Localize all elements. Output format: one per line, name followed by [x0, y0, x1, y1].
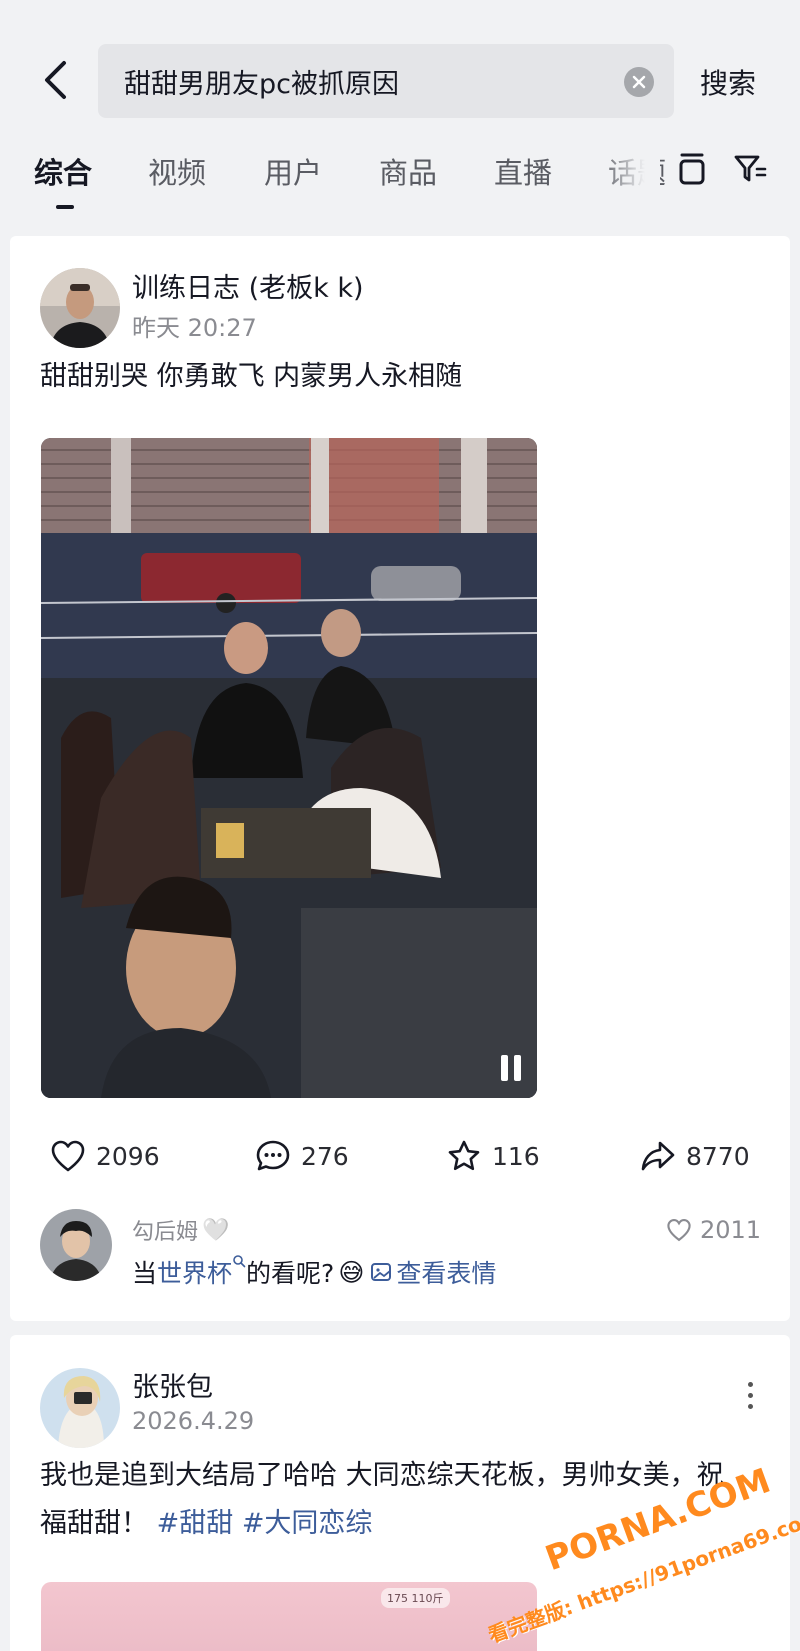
- comment-count: 276: [301, 1141, 349, 1171]
- hashtag-link[interactable]: #大同恋综: [242, 1508, 373, 1539]
- comment-like-button[interactable]: 2011: [666, 1216, 761, 1244]
- author-avatar[interactable]: [40, 1368, 120, 1448]
- tab-general[interactable]: 综合: [34, 150, 92, 192]
- video-thumbnail[interactable]: [41, 438, 537, 1098]
- post-time: 2026.4.29: [132, 1407, 255, 1435]
- post-actions: 2096 276 116 8770: [10, 1121, 790, 1191]
- post-time: 昨天 20:27: [132, 314, 257, 342]
- favorite-button[interactable]: 116: [446, 1136, 540, 1176]
- share-button[interactable]: 8770: [640, 1136, 750, 1176]
- top-bar: 甜甜男朋友pc被抓原因 搜索: [0, 0, 800, 130]
- sticker-icon: [371, 1263, 392, 1281]
- view-sticker-link[interactable]: 查看表情: [370, 1254, 496, 1290]
- active-tab-indicator: [56, 205, 74, 209]
- commenter-name[interactable]: 勾后姆 🤍: [132, 1214, 229, 1246]
- white-heart-icon: 🤍: [202, 1217, 230, 1243]
- share-icon: [641, 1141, 675, 1171]
- layout-toggle-button[interactable]: [670, 147, 714, 191]
- clear-icon: [632, 75, 646, 89]
- more-options-button[interactable]: [740, 1375, 760, 1415]
- image-overlay-text: 175 110斤: [381, 1588, 450, 1608]
- search-link[interactable]: 世界杯: [157, 1254, 246, 1290]
- tabs-fade-overlay: [600, 145, 660, 200]
- filter-button[interactable]: [728, 147, 772, 191]
- search-tabs: 综合 视频 用户 商品 直播 话题: [0, 135, 800, 225]
- pause-button[interactable]: [493, 1050, 529, 1086]
- search-button[interactable]: 搜索: [700, 60, 780, 104]
- author-avatar[interactable]: [40, 268, 120, 348]
- like-button[interactable]: 2096: [50, 1136, 160, 1176]
- tab-live[interactable]: 直播: [494, 150, 552, 192]
- filter-icon: [734, 155, 767, 182]
- chevron-left-icon: [45, 61, 66, 99]
- grin-sweat-emoji: 😅: [338, 1257, 365, 1287]
- comment-button[interactable]: 276: [255, 1136, 349, 1176]
- more-icon: [747, 1381, 753, 1387]
- layout-icon: [679, 153, 705, 185]
- comment-like-count: 2011: [700, 1216, 762, 1244]
- back-button[interactable]: [30, 50, 80, 110]
- search-query-text: 甜甜男朋友pc被抓原因: [124, 68, 399, 100]
- favorite-count: 116: [492, 1141, 540, 1171]
- pause-icon: [501, 1055, 508, 1081]
- hashtag-link[interactable]: #甜甜: [157, 1508, 234, 1539]
- comment-icon: [256, 1140, 290, 1171]
- commenter-avatar[interactable]: [40, 1209, 112, 1281]
- post-text: 甜甜别哭 你勇敢飞 内蒙男人永相随: [40, 361, 463, 392]
- search-input[interactable]: 甜甜男朋友pc被抓原因: [98, 44, 674, 118]
- share-count: 8770: [686, 1141, 750, 1171]
- post-card[interactable]: 训练日志 (老板k k) 昨天 20:27 甜甜别哭 你勇敢飞 内蒙男人永相随: [10, 236, 790, 1321]
- clear-search-button[interactable]: [624, 67, 654, 97]
- like-count: 2096: [96, 1141, 160, 1171]
- top-comment-text: 当世界杯 的看呢? 😅 查看表情: [132, 1254, 496, 1290]
- author-name[interactable]: 训练日志 (老板k k): [132, 266, 364, 305]
- tab-products[interactable]: 商品: [379, 150, 437, 192]
- heart-icon: [667, 1219, 691, 1242]
- search-hint-icon: [233, 1255, 246, 1268]
- star-icon: [448, 1140, 480, 1171]
- tab-videos[interactable]: 视频: [148, 150, 206, 192]
- tab-users[interactable]: 用户: [264, 150, 322, 192]
- post-image[interactable]: 175 110斤: [41, 1582, 537, 1651]
- author-name[interactable]: 张张包: [132, 1365, 213, 1404]
- heart-icon: [51, 1140, 85, 1172]
